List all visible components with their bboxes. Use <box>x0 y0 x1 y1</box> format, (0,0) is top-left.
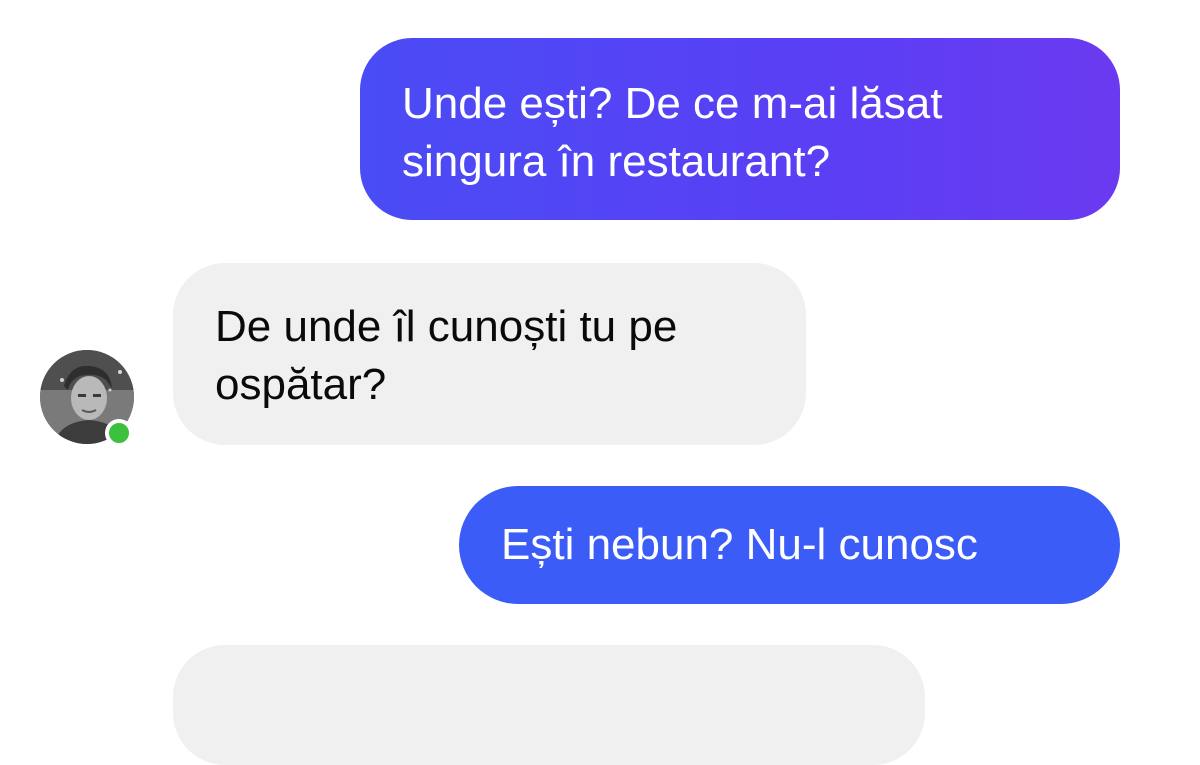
message-bubble-sent[interactable]: Ești nebun? Nu-l cunosc <box>459 486 1120 604</box>
message-bubble-received[interactable]: De unde îl cunoști tu pe ospătar? <box>173 263 806 445</box>
message-bubble-sent[interactable]: Unde ești? De ce m-ai lăsat singura în r… <box>360 38 1120 220</box>
message-bubble-received[interactable] <box>173 645 925 765</box>
chat-thread: Unde ești? De ce m-ai lăsat singura în r… <box>0 0 1200 765</box>
online-status-icon <box>105 419 133 447</box>
